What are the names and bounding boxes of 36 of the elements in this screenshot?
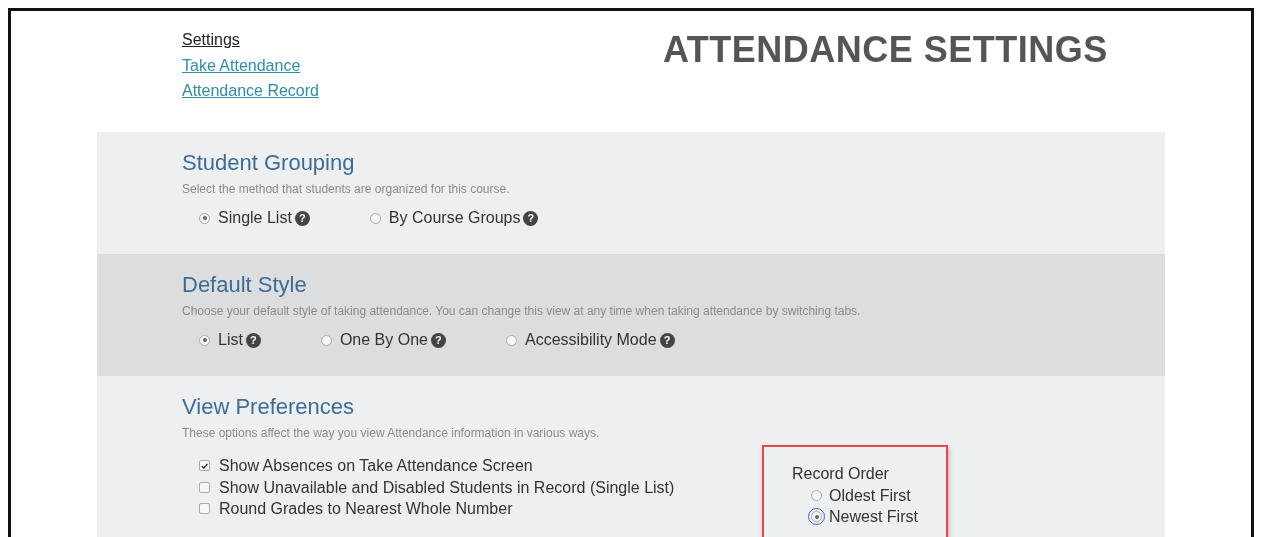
radio-button[interactable] xyxy=(199,212,210,224)
help-icon[interactable]: ? xyxy=(659,332,675,348)
option-label: Show Absences on Take Attendance Screen xyxy=(219,456,533,476)
radio-button[interactable] xyxy=(320,334,332,346)
option-label: Show Unavailable and Disabled Students in Record (Single List) xyxy=(219,477,675,498)
option-label: Single List xyxy=(218,209,292,227)
help-icon[interactable]: ? xyxy=(523,210,539,226)
radio-button[interactable] xyxy=(369,212,381,224)
option-label: Newest First xyxy=(829,507,918,527)
nav-link[interactable]: Settings xyxy=(182,27,240,53)
option-label: Accessibility Mode xyxy=(524,331,657,349)
option-label: List xyxy=(218,331,243,349)
section-heading: Default Style xyxy=(182,272,308,298)
section-description: Choose your default style of taking attendance. You can change this view at any time when taking attendance by switching tabs. xyxy=(182,304,862,318)
option-label: Round Grades to Nearest Whole Number xyxy=(219,499,513,519)
nav-link[interactable]: Attendance Record xyxy=(182,78,319,104)
radio-button[interactable] xyxy=(811,511,822,522)
radio-button[interactable] xyxy=(505,334,517,346)
option-label: One By One xyxy=(339,331,428,349)
section-description: Select the method that students are organized for this course. xyxy=(182,182,511,196)
radio-button[interactable] xyxy=(811,490,822,501)
help-icon[interactable]: ? xyxy=(430,332,446,348)
checkbox[interactable] xyxy=(199,460,210,472)
help-icon[interactable]: ? xyxy=(294,210,310,226)
radio-button[interactable] xyxy=(199,334,210,346)
checkbox[interactable] xyxy=(199,503,210,515)
checkbox[interactable] xyxy=(199,481,210,493)
section-description: These options affect the way you view Attendance information in various ways. xyxy=(182,426,601,440)
help-icon[interactable]: ? xyxy=(245,332,261,348)
nav-link[interactable]: Take Attendance xyxy=(182,52,301,78)
option-label: By Course Groups xyxy=(388,209,521,227)
section-heading: View Preferences xyxy=(182,394,355,420)
group-label: Record Order xyxy=(792,465,890,483)
page-title: ATTENDANCE SETTINGS xyxy=(663,29,1108,72)
section-heading: Student Grouping xyxy=(182,150,356,176)
option-label: Oldest First xyxy=(829,486,911,506)
